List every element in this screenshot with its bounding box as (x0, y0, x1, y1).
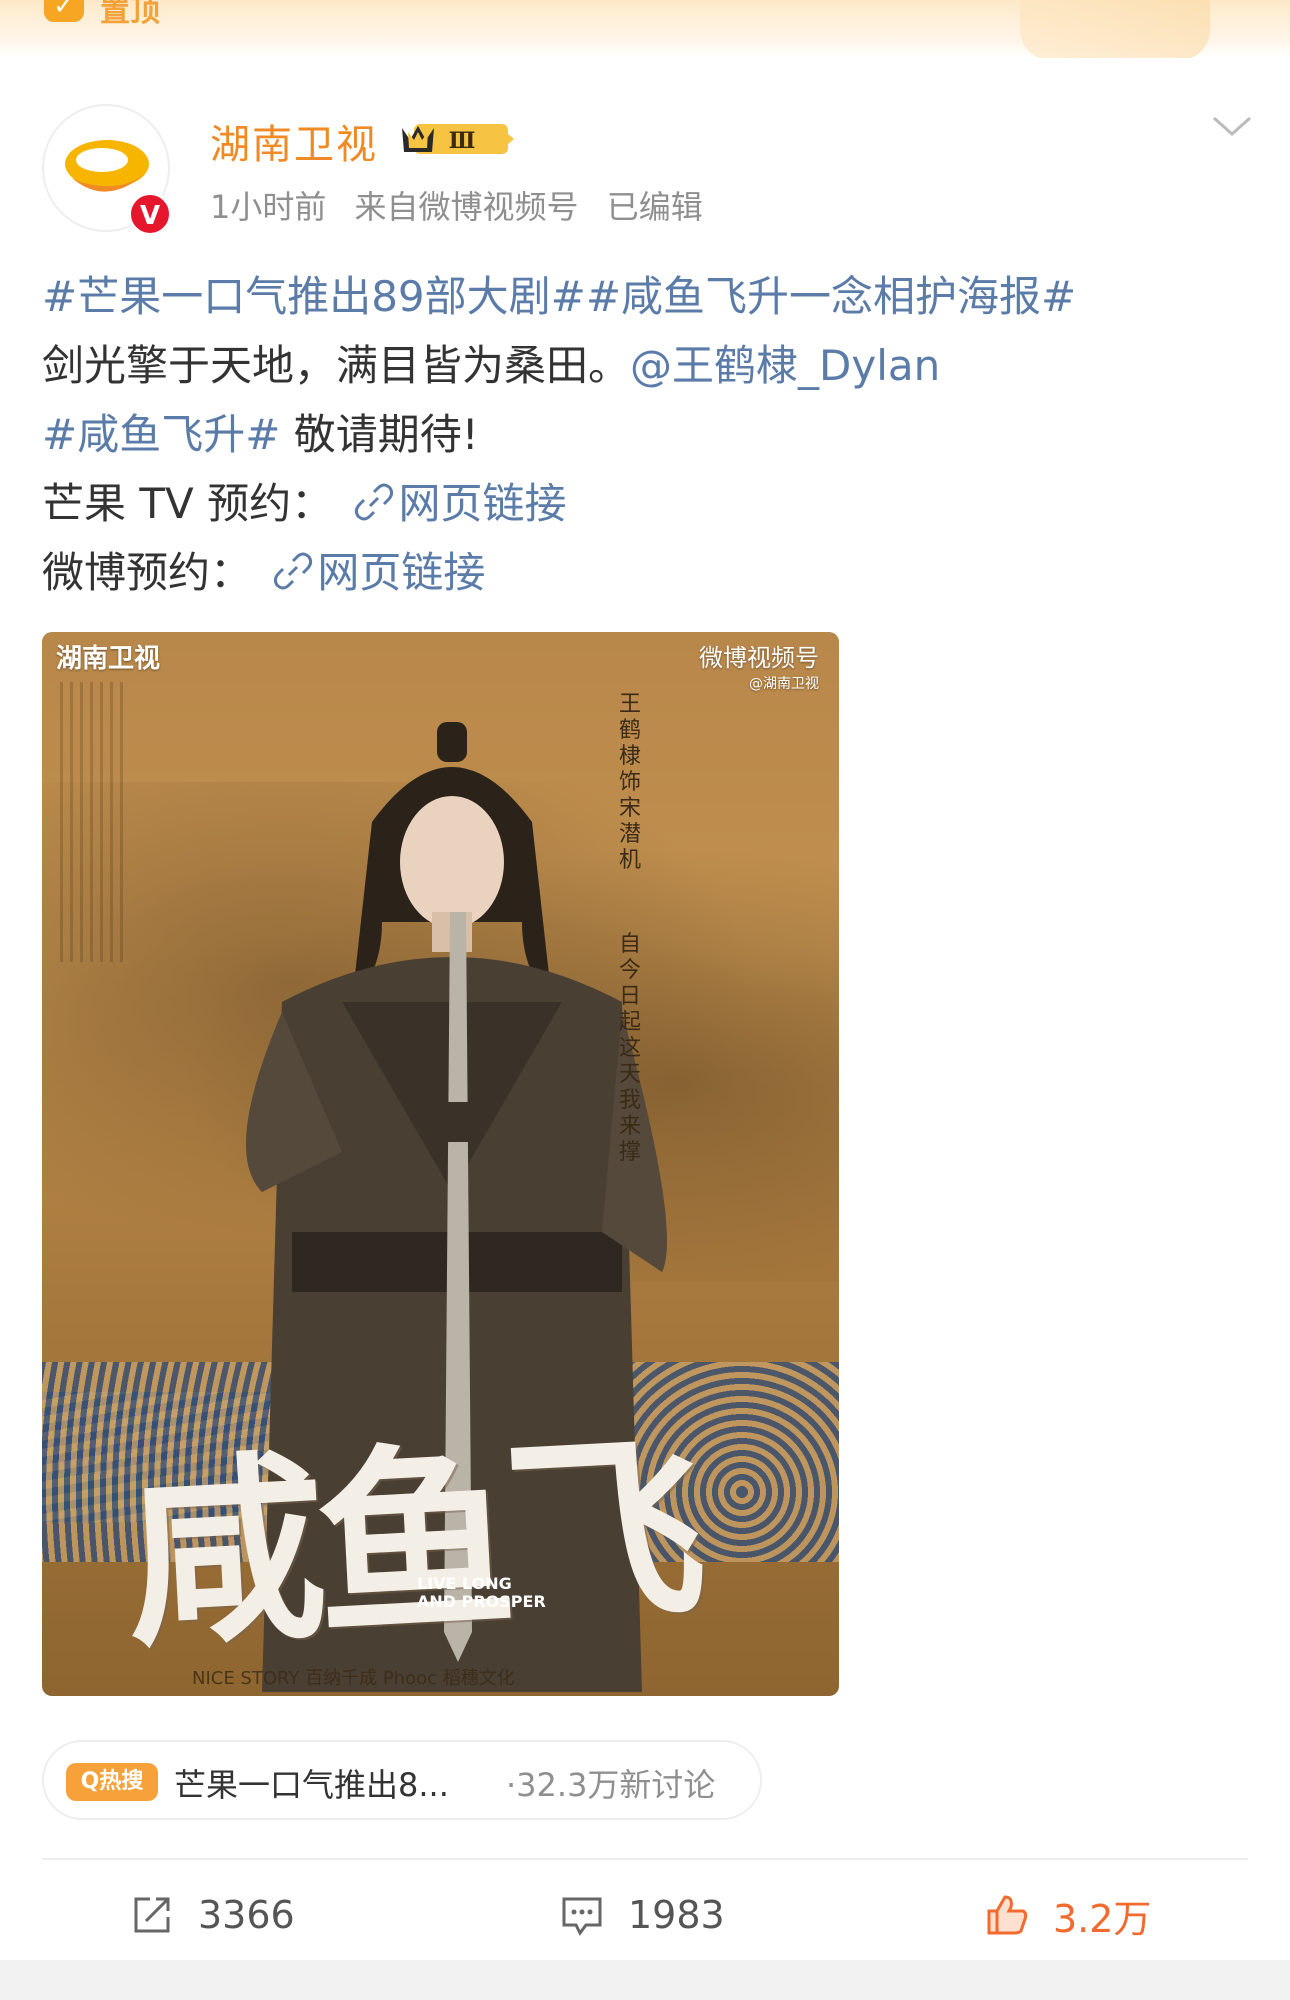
author-avatar[interactable]: V (42, 104, 172, 236)
poster-english-title-line: LIVE LONG (417, 1574, 512, 1593)
poster-actor-credit: 王鹤棣 饰 宋潜机 (618, 692, 641, 873)
web-link-label[interactable]: 网页链接 (398, 479, 566, 528)
svg-text:Ⅲ: Ⅲ (449, 128, 476, 154)
post-text: 剑光擎于天地，满目皆为桑田。 (42, 341, 631, 390)
web-link[interactable]: 网页链接 (346, 479, 566, 528)
vip-crown-icon[interactable]: Ⅲ (400, 118, 516, 158)
poster-cast-credits (60, 682, 130, 962)
web-link-label[interactable]: 网页链接 (317, 548, 485, 597)
poster-brand-handle: @湖南卫视 (749, 676, 819, 692)
link-icon (274, 552, 313, 590)
topic-link[interactable]: #咸鱼飞升# (42, 410, 280, 459)
like-button[interactable]: 3.2万 (985, 1880, 1151, 1950)
repost-button[interactable]: 3366 (130, 1880, 295, 1950)
pin-icon: ✓ (44, 0, 84, 22)
topic-link[interactable]: #芒果一口气推出89部大剧# (42, 272, 586, 321)
post-line-5: 微博预约： 网页链接 (42, 538, 1252, 607)
topic-link[interactable]: #咸鱼飞升一念相护海报# (586, 272, 1076, 321)
repost-icon (134, 1897, 170, 1933)
comment-icon (562, 1897, 602, 1936)
post-time: 1小时前 (210, 188, 327, 226)
post-line-4: 芒果 TV 预约： 网页链接 (42, 469, 1252, 538)
post-line-2: 剑光擎于天地，满目皆为桑田。@王鹤棣_Dylan (42, 331, 1252, 400)
comment-button[interactable]: 1983 (560, 1880, 725, 1950)
divider (42, 1858, 1248, 1860)
link-icon (355, 483, 394, 521)
pin-label: 置顶 (100, 0, 160, 29)
poster-brand-right: 微博视频号 @湖南卫视 (699, 638, 819, 693)
hot-search-chip[interactable]: Q热搜 芒果一口气推出8... ·32.3万新讨论 (42, 1740, 762, 1820)
poster-title: 咸鱼飞升 (119, 1411, 702, 1676)
pinned-banner: ✓ 置顶 (0, 0, 1290, 58)
poster-english-title: LIVE LONG AND PROSPER (417, 1575, 546, 1611)
post-text: 敬请期待! (280, 410, 479, 459)
web-link[interactable]: 网页链接 (265, 548, 485, 597)
banner-decoration (1020, 0, 1210, 58)
chevron-down-icon[interactable] (1210, 112, 1254, 142)
post-meta: 1小时前 来自微博视频号 已编辑 (210, 182, 721, 228)
hot-search-text: 芒果一口气推出8... (174, 1766, 449, 1804)
post-line-3: #咸鱼飞升# 敬请期待! (42, 400, 1252, 469)
edited-label[interactable]: 已编辑 (607, 188, 703, 226)
poster-english-title-line: AND PROSPER (417, 1592, 546, 1611)
post-body: #芒果一口气推出89部大剧##咸鱼飞升一念相护海报# 剑光擎于天地，满目皆为桑田… (42, 262, 1252, 607)
like-count: 3.2万 (1053, 1896, 1152, 1941)
link-label: 微博预约： (42, 548, 253, 597)
verified-badge: V (128, 192, 172, 236)
poster-image[interactable]: 湖南卫视 微博视频号 @湖南卫视 王鹤棣 饰 宋潜机 自今日起 这天我来撑 咸鱼… (42, 632, 839, 1696)
account-name[interactable]: 湖南卫视 (210, 112, 378, 170)
bottom-bar (0, 1960, 1290, 2000)
poster-tagline: 自今日起 这天我来撑 (618, 932, 641, 1165)
poster-bottom-credits: NICE STORY 百纳千成 Phooc 稻穗文化 (192, 1668, 515, 1689)
poster-brand-name: 微博视频号 (699, 644, 819, 672)
link-label: 芒果 TV 预约： (42, 479, 334, 528)
comment-count: 1983 (628, 1893, 725, 1937)
hot-search-badge: Q热搜 (66, 1763, 158, 1801)
repost-count: 3366 (198, 1893, 295, 1937)
thumbs-up-icon (987, 1895, 1028, 1935)
post-line-1: #芒果一口气推出89部大剧##咸鱼飞升一念相护海报# (42, 262, 1252, 331)
hot-search-count: ·32.3万新讨论 (506, 1766, 716, 1804)
mention-link[interactable]: @王鹤棣_Dylan (630, 341, 940, 390)
post-source[interactable]: 来自微博视频号 (355, 188, 579, 226)
poster-brand-left: 湖南卫视 (56, 644, 161, 674)
